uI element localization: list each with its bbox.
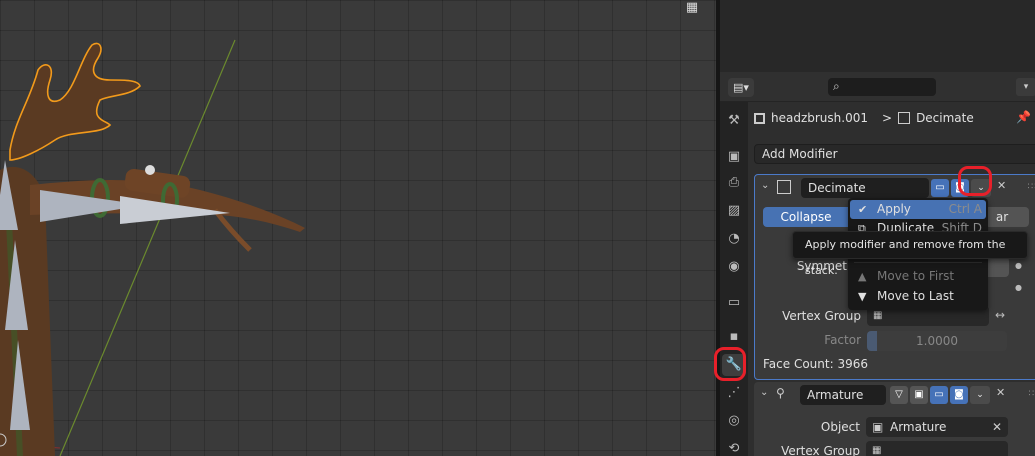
pin-icon[interactable]: 📌	[1016, 110, 1031, 124]
armature-object-value: Armature	[890, 420, 947, 434]
properties-header: ▤▾ ⌕ ▾	[720, 74, 1035, 102]
editor-type-button[interactable]: ▤▾	[728, 78, 754, 97]
tool-tab-icon[interactable]: ⚒	[722, 110, 746, 132]
physics-tab-icon[interactable]: ◎	[722, 410, 746, 432]
modifier-extras-dropdown-button[interactable]: ⌄	[970, 386, 990, 404]
annotation-circle-dropdown	[958, 166, 992, 196]
breadcrumb-separator: >	[882, 111, 893, 125]
show-in-render-icon[interactable]: ◙	[950, 386, 968, 404]
vertex-group-label: Vertex Group	[782, 309, 861, 323]
view-layer-tab-icon[interactable]: ▨	[722, 200, 746, 222]
object-label: Object	[820, 420, 860, 434]
collection-tab-icon[interactable]: ▭	[722, 292, 746, 314]
properties-tabs: ⚒ ▣ ⎙ ▨ ◔ ◉ ▭ ▪ 🔧 ⋰ ◎ ⟲	[720, 102, 748, 456]
scene-tab-icon[interactable]: ◔	[722, 228, 746, 250]
invert-arrows-icon[interactable]: ↔	[995, 308, 1005, 322]
show-in-viewport-icon[interactable]: ▭	[931, 179, 949, 197]
breadcrumb-modifier: Decimate	[916, 111, 974, 125]
decimate-icon	[898, 112, 911, 124]
show-in-viewport-icon[interactable]: ▭	[930, 386, 948, 404]
add-modifier-dropdown[interactable]: Add Modifier	[754, 144, 1035, 164]
chevron-down-icon[interactable]: ⌄	[761, 180, 769, 191]
armature-modifier-panel: ⌄ ⚲ Armature ▽ ▣ ▭ ◙ ⌄ ✕ ∷∷ Object ▣ Arm…	[754, 382, 1035, 456]
world-tab-icon[interactable]: ◉	[722, 256, 746, 278]
constraints-tab-icon[interactable]: ⟲	[722, 438, 746, 456]
on-cage-icon[interactable]: ▽	[890, 386, 908, 404]
breadcrumb: headzbrush.001 > Decimate	[754, 108, 974, 128]
vertex-group-icon: ▦	[872, 445, 882, 456]
menu-item-apply[interactable]: ✔ Apply Ctrl A	[850, 200, 986, 219]
options-dropdown-button[interactable]: ▾	[1016, 78, 1035, 96]
face-count-text: Face Count: 3966	[763, 357, 868, 371]
mesh-object-icon	[754, 112, 765, 124]
decimate-icon	[777, 180, 791, 194]
drag-handle-icon[interactable]: ∷∷	[1029, 389, 1035, 399]
factor-value: 1.0000	[916, 334, 958, 348]
triangle-down-icon: ▼	[858, 290, 867, 303]
armature-vertex-group-field[interactable]: ▦	[866, 441, 1008, 456]
menu-separator	[854, 262, 982, 263]
toggle-grid-icon[interactable]: ▦	[681, 0, 703, 18]
modifier-name-field[interactable]: Decimate	[801, 178, 929, 198]
factor-label: Factor	[824, 333, 861, 347]
vertex-group-label: Vertex Group	[781, 444, 860, 456]
menu-item-move-to-last[interactable]: ▼ Move to Last	[850, 287, 986, 306]
dot-icon: ●	[1015, 283, 1022, 292]
remove-modifier-icon[interactable]: ✕	[996, 386, 1005, 399]
annotation-circle-wrench	[714, 347, 746, 381]
triangle-up-icon: ▲	[858, 270, 867, 283]
output-tab-icon[interactable]: ⎙	[722, 172, 746, 194]
factor-slider[interactable]: 1.0000	[867, 331, 1007, 351]
breadcrumb-object: headzbrush.001	[771, 111, 868, 125]
chevron-down-icon[interactable]: ⌄	[760, 387, 768, 398]
remove-modifier-icon[interactable]: ✕	[997, 179, 1006, 192]
armature-panel-header[interactable]: ⌄ ⚲ Armature ▽ ▣ ▭ ◙ ⌄ ✕ ∷∷	[754, 382, 1035, 408]
check-icon: ✔	[858, 203, 868, 216]
render-tab-icon[interactable]: ▣	[722, 146, 746, 168]
armature-name-field[interactable]: Armature	[800, 385, 886, 405]
outliner-area	[720, 0, 1035, 72]
search-icon: ⌕	[833, 79, 840, 93]
menu-item-move-to-first[interactable]: ▲ Move to First	[850, 267, 986, 286]
collapse-mode-button[interactable]: Collapse	[763, 207, 849, 227]
armature-object-field[interactable]: ▣ Armature ✕	[866, 417, 1008, 437]
armature-icon: ⚲	[776, 386, 785, 400]
object-tab-icon[interactable]: ▪	[722, 326, 746, 348]
dot-icon: ●	[1015, 261, 1022, 270]
tree-creature-model	[0, 39, 305, 456]
apply-tooltip: Apply modifier and remove from the stack…	[792, 231, 1028, 277]
particles-tab-icon[interactable]: ⋰	[722, 382, 746, 404]
armature-object-icon: ▣	[872, 420, 884, 434]
properties-search-input[interactable]: ⌕	[828, 78, 936, 96]
3d-viewport[interactable]: ▦	[0, 0, 716, 456]
clear-field-icon[interactable]: ✕	[992, 417, 1002, 437]
edit-mode-icon[interactable]: ▣	[910, 386, 928, 404]
drag-handle-icon[interactable]: ∷∷	[1028, 182, 1035, 192]
